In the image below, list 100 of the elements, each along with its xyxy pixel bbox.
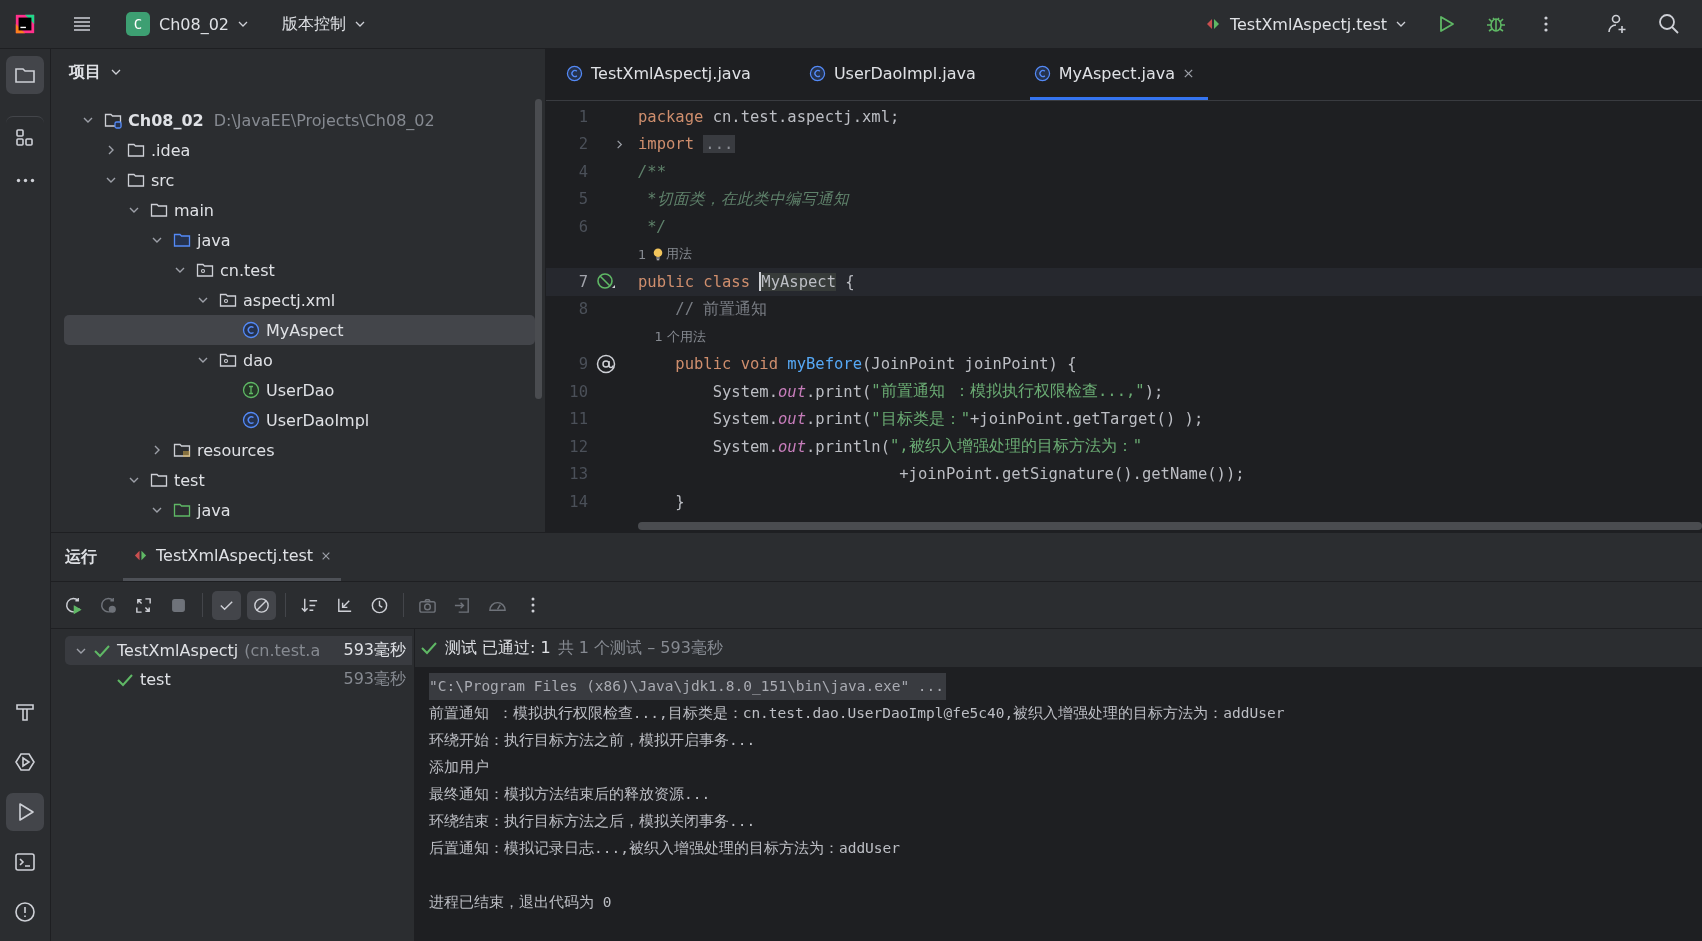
- close-icon[interactable]: [1183, 67, 1195, 79]
- code-line: // 前置通知: [674, 298, 768, 320]
- package-folder-icon: [219, 291, 237, 309]
- vcs-menu[interactable]: 版本控制: [274, 7, 374, 41]
- run-config-selector[interactable]: TestXmlAspectj.test: [1196, 8, 1414, 40]
- project-selector[interactable]: C Ch08_02: [118, 6, 257, 42]
- tree-item[interactable]: dao: [64, 345, 535, 375]
- test-config-icon: [133, 548, 148, 563]
- code-line: System.out.println(",被织入增强处理的目标方法为：": [711, 436, 1142, 458]
- interface-icon: [242, 381, 260, 399]
- tree-item[interactable]: aspectj.xml: [64, 285, 535, 315]
- add-user-icon[interactable]: [1606, 13, 1628, 35]
- tab-label: TestXmlAspectj.java: [591, 63, 751, 83]
- line-number: 7: [578, 272, 588, 291]
- source-folder-icon: [173, 231, 191, 249]
- tab-label: UserDaoImpl.java: [833, 63, 976, 83]
- tree-item[interactable]: UserDao: [64, 375, 535, 405]
- chevron-down-icon: [238, 19, 249, 29]
- chevron-down-icon: [1396, 19, 1406, 29]
- console-output: 环绕结束：执行目标方法之后，模拟关闭事务...: [429, 812, 756, 831]
- test-folder-icon: [173, 501, 191, 519]
- console-command[interactable]: "C:\Program Files (x86)\Java\jdk1.8.0_151\bin\java.exe" ...: [429, 673, 947, 700]
- test-duration: 593毫秒: [343, 640, 407, 661]
- panel-title: 运行: [65, 545, 97, 568]
- tree-item[interactable]: java: [64, 495, 535, 525]
- test-summary: 共 1 个测试 – 593毫秒: [557, 637, 723, 659]
- tree-item[interactable]: cn.test: [64, 255, 535, 285]
- code-line: public void myBefore(JoinPoint joinPoint) {: [674, 355, 1077, 374]
- scrollbar[interactable]: [638, 522, 1702, 530]
- services-icon: [14, 751, 36, 773]
- tree-item[interactable]: UserDaoImpl: [64, 405, 535, 435]
- class-icon: [1033, 64, 1051, 82]
- chevron-down-icon: [111, 67, 121, 77]
- folder-icon: [127, 171, 145, 189]
- tree-item[interactable]: src: [64, 165, 535, 195]
- tree-item[interactable]: java: [64, 225, 535, 255]
- rerun-icon: [64, 595, 83, 615]
- tool-window-button[interactable]: [6, 793, 44, 831]
- warning-icon: [14, 901, 36, 923]
- lightbulb-icon[interactable]: [652, 246, 665, 262]
- project-path: D:\JavaEE\Projects\Ch08_02: [213, 110, 435, 130]
- module-folder-icon: [104, 111, 122, 129]
- package-folder-icon: [219, 351, 237, 369]
- run-tab[interactable]: TestXmlAspectj.test: [123, 533, 342, 581]
- console-output: 最终通知：模拟方法结束后的释放资源...: [429, 785, 711, 804]
- test-item[interactable]: test 593毫秒: [65, 665, 412, 694]
- menu-icon[interactable]: [72, 14, 92, 34]
- code-line: import ...: [638, 135, 736, 154]
- editor-tab[interactable]: MyAspect.java: [1029, 49, 1209, 100]
- tab-label: MyAspect.java: [1058, 63, 1176, 83]
- chevron-down-icon: [355, 19, 366, 29]
- scrollbar[interactable]: [535, 99, 542, 399]
- clock-icon: [370, 595, 389, 615]
- console-output: 前置通知 ：模拟执行权限检查...,目标类是：cn.test.dao.UserDaoImpl@fe5c40,被织入增强处理的目标方法为：addUser: [429, 704, 1285, 723]
- chevron-right-icon[interactable]: [614, 138, 625, 150]
- app-logo-icon[interactable]: [14, 13, 36, 35]
- project-view-selector[interactable]: 项目: [63, 60, 127, 84]
- at-sign-icon[interactable]: [596, 354, 616, 375]
- toolbar-button[interactable]: [212, 590, 241, 620]
- console-exit-message: 进程已结束，退出代码为 0: [429, 893, 612, 912]
- code-line: /**: [638, 162, 666, 181]
- folder-icon: [150, 471, 168, 489]
- tab-label: TestXmlAspectj.test: [156, 546, 314, 565]
- usage-hint: 1 个用法: [653, 327, 706, 346]
- class-icon: [566, 64, 583, 82]
- test-status: 测试 已通过: 1: [445, 637, 551, 659]
- folder-icon: [127, 141, 145, 159]
- test-duration: 593毫秒: [343, 669, 407, 690]
- class-icon: [242, 321, 260, 339]
- tool-window-button[interactable]: [6, 56, 44, 94]
- editor-tab[interactable]: UserDaoImpl.java: [804, 49, 990, 100]
- tree-item[interactable]: Ch08_02 D:\JavaEE\Projects\Ch08_02: [64, 105, 535, 135]
- usage-hint: 1 用法: [638, 245, 693, 264]
- test-class-path: (cn.test.a: [244, 641, 321, 660]
- code-line: }: [674, 492, 685, 511]
- more-icon: [530, 597, 535, 613]
- code-line: package cn.test.aspectj.xml;: [638, 107, 900, 126]
- tree-item[interactable]: main: [64, 195, 535, 225]
- console-output: 添加用户: [429, 758, 489, 777]
- test-item[interactable]: TestXmlAspectj (cn.test.a 593毫秒: [65, 636, 412, 665]
- import-icon: [453, 595, 472, 615]
- tree-item[interactable]: resources: [64, 435, 535, 465]
- terminal-icon: [14, 851, 36, 873]
- structure-icon: [14, 127, 36, 149]
- search-icon[interactable]: [1658, 13, 1680, 35]
- toolbar-button[interactable]: [247, 590, 276, 620]
- editor-tab[interactable]: TestXmlAspectj.java: [562, 49, 765, 100]
- aspect-gutter-icon[interactable]: [596, 271, 616, 292]
- class-icon: [808, 64, 826, 82]
- tree-item[interactable]: test: [64, 465, 535, 495]
- ignored-icon: [252, 595, 271, 615]
- tree-item[interactable]: .idea: [64, 135, 535, 165]
- project-badge: C: [126, 12, 150, 36]
- close-icon[interactable]: [321, 550, 332, 561]
- code-line: System.out.print("前置通知 ：模拟执行权限检查...,");: [711, 381, 1164, 403]
- more-icon: [15, 177, 35, 183]
- tree-item[interactable]: MyAspect: [64, 315, 535, 345]
- bug-icon[interactable]: [1486, 14, 1506, 34]
- auto-rerun-icon: [134, 595, 153, 615]
- rerun-failed-icon: [99, 595, 118, 615]
